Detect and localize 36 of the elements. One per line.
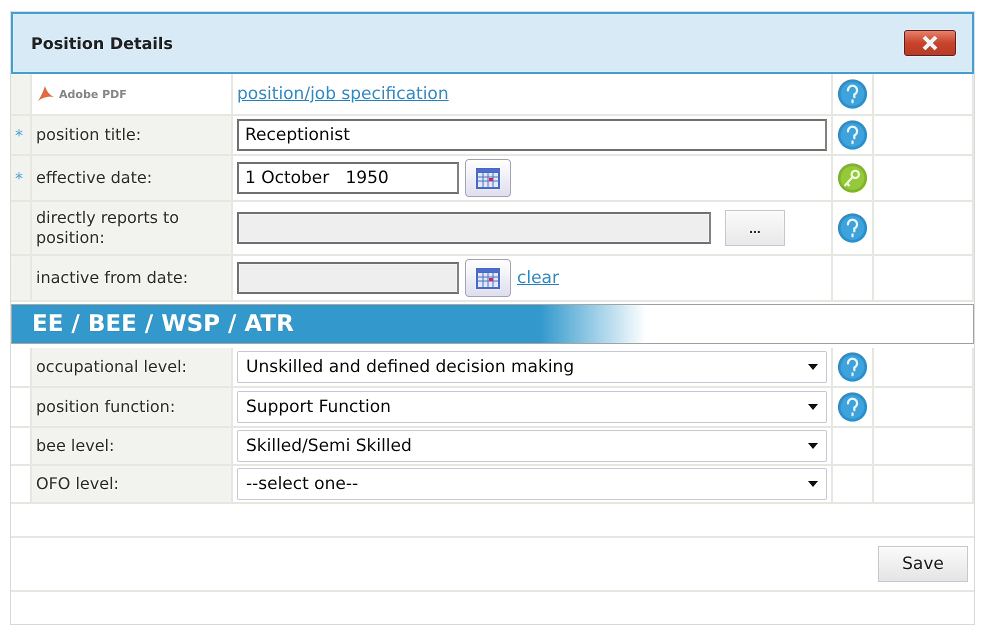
caret-icon	[808, 443, 818, 449]
dropdown[interactable]: Support Function	[237, 391, 827, 423]
field-label: position function:	[36, 397, 176, 417]
required-marker: *	[15, 168, 23, 188]
help-icon[interactable]	[837, 211, 868, 245]
caret-icon	[808, 404, 818, 410]
help-icon[interactable]	[837, 118, 868, 152]
field-label: directly reports to position:	[36, 208, 180, 248]
calendar-button[interactable]	[465, 159, 511, 197]
save-button[interactable]: Save	[878, 546, 968, 582]
field-label: effective date:	[36, 168, 152, 188]
dropdown[interactable]: Unskilled and defined decision making	[237, 351, 827, 383]
date-field[interactable]: 1 October 1950	[237, 162, 459, 194]
dropdown[interactable]: Skilled/Semi Skilled	[237, 430, 827, 462]
panel-title: Position Details	[31, 34, 173, 52]
field-label: OFO level:	[36, 474, 119, 494]
help-icon[interactable]	[837, 350, 868, 384]
calendar-icon	[475, 166, 501, 190]
help-icon[interactable]	[837, 77, 868, 111]
pdf-badge: Adobe PDF	[36, 85, 127, 103]
field-label: position title:	[36, 125, 142, 145]
required-marker: *	[15, 126, 23, 144]
dropdown[interactable]: --select one--	[237, 468, 827, 500]
text-field[interactable]: Receptionist	[237, 119, 827, 151]
key-icon[interactable]	[837, 161, 868, 195]
field-label: inactive from date:	[36, 268, 188, 288]
section-title: EE / BEE / WSP / ATR	[32, 311, 294, 337]
help-icon[interactable]	[837, 390, 868, 424]
field-label: bee level:	[36, 436, 114, 456]
specification-link[interactable]: position/job specification	[237, 84, 449, 104]
calendar-button[interactable]	[465, 259, 511, 297]
caret-icon	[808, 481, 818, 487]
caret-icon	[808, 364, 818, 370]
close-button[interactable]	[904, 30, 956, 56]
calendar-icon	[475, 266, 501, 290]
field-label: occupational level:	[36, 357, 187, 377]
